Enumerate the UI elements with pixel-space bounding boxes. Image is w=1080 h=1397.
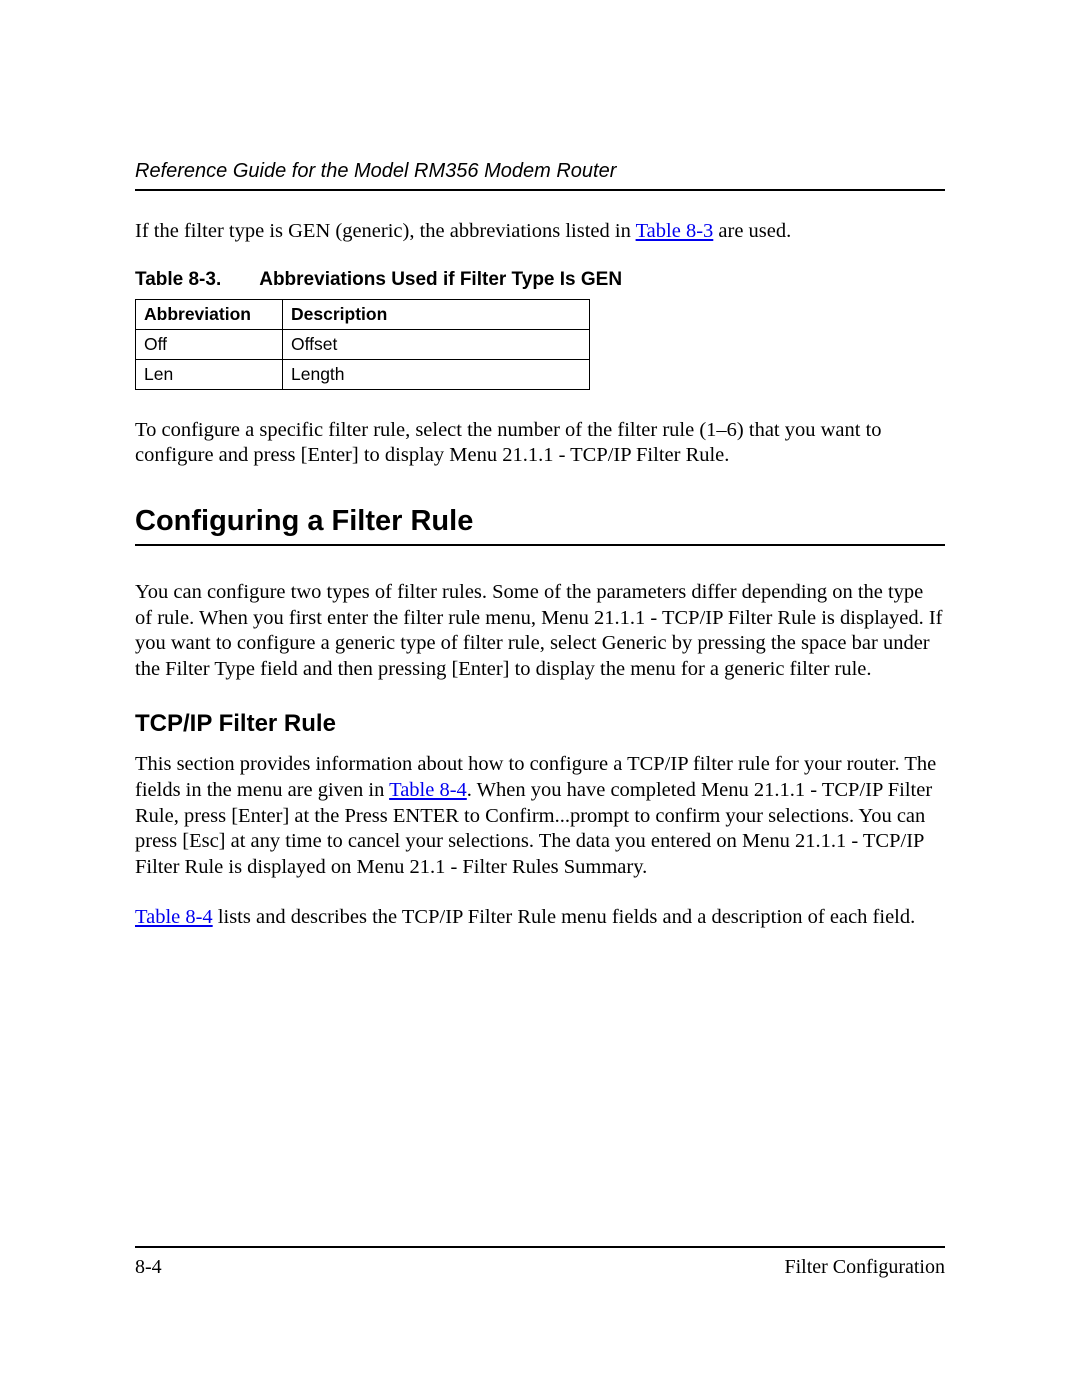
cell-abbr: Len xyxy=(136,359,283,389)
table-header-row: Abbreviation Description xyxy=(136,299,590,329)
footer-divider xyxy=(135,1246,945,1248)
text: If the filter type is GEN (generic), the… xyxy=(135,220,636,242)
table-row: Len Length xyxy=(136,359,590,389)
tcpip-paragraph-2: Table 8-4 lists and describes the TCP/IP… xyxy=(135,905,945,931)
table-8-4-link-2[interactable]: Table 8-4 xyxy=(135,906,213,928)
column-header-description: Description xyxy=(283,299,590,329)
text: are used. xyxy=(713,220,791,242)
table-row: Off Offset xyxy=(136,329,590,359)
footer-section-name: Filter Configuration xyxy=(784,1256,945,1279)
abbreviations-table: Abbreviation Description Off Offset Len … xyxy=(135,299,590,390)
configure-instruction-paragraph: To configure a specific filter rule, sel… xyxy=(135,418,945,469)
column-header-abbreviation: Abbreviation xyxy=(136,299,283,329)
page-number: 8-4 xyxy=(135,1256,162,1279)
cell-desc: Offset xyxy=(283,329,590,359)
caption-title: Abbreviations Used if Filter Type Is GEN xyxy=(259,269,622,290)
caption-number: Table 8-3. xyxy=(135,269,221,291)
cell-desc: Length xyxy=(283,359,590,389)
document-page: Reference Guide for the Model RM356 Mode… xyxy=(0,0,1080,1397)
table-8-3-link[interactable]: Table 8-3 xyxy=(636,220,714,242)
section-paragraph: You can configure two types of filter ru… xyxy=(135,580,945,683)
cell-abbr: Off xyxy=(136,329,283,359)
page-footer: 8-4 Filter Configuration xyxy=(135,1246,945,1279)
table-8-4-link[interactable]: Table 8-4 xyxy=(389,779,467,801)
intro-paragraph: If the filter type is GEN (generic), the… xyxy=(135,219,945,245)
tcpip-paragraph-1: This section provides information about … xyxy=(135,752,945,880)
text: lists and describes the TCP/IP Filter Ru… xyxy=(213,906,916,928)
running-header: Reference Guide for the Model RM356 Mode… xyxy=(135,160,945,183)
table-8-3-caption: Table 8-3. Abbreviations Used if Filter T… xyxy=(135,269,945,291)
configuring-filter-rule-heading: Configuring a Filter Rule xyxy=(135,505,945,546)
header-divider xyxy=(135,189,945,191)
tcpip-filter-rule-heading: TCP/IP Filter Rule xyxy=(135,710,945,738)
